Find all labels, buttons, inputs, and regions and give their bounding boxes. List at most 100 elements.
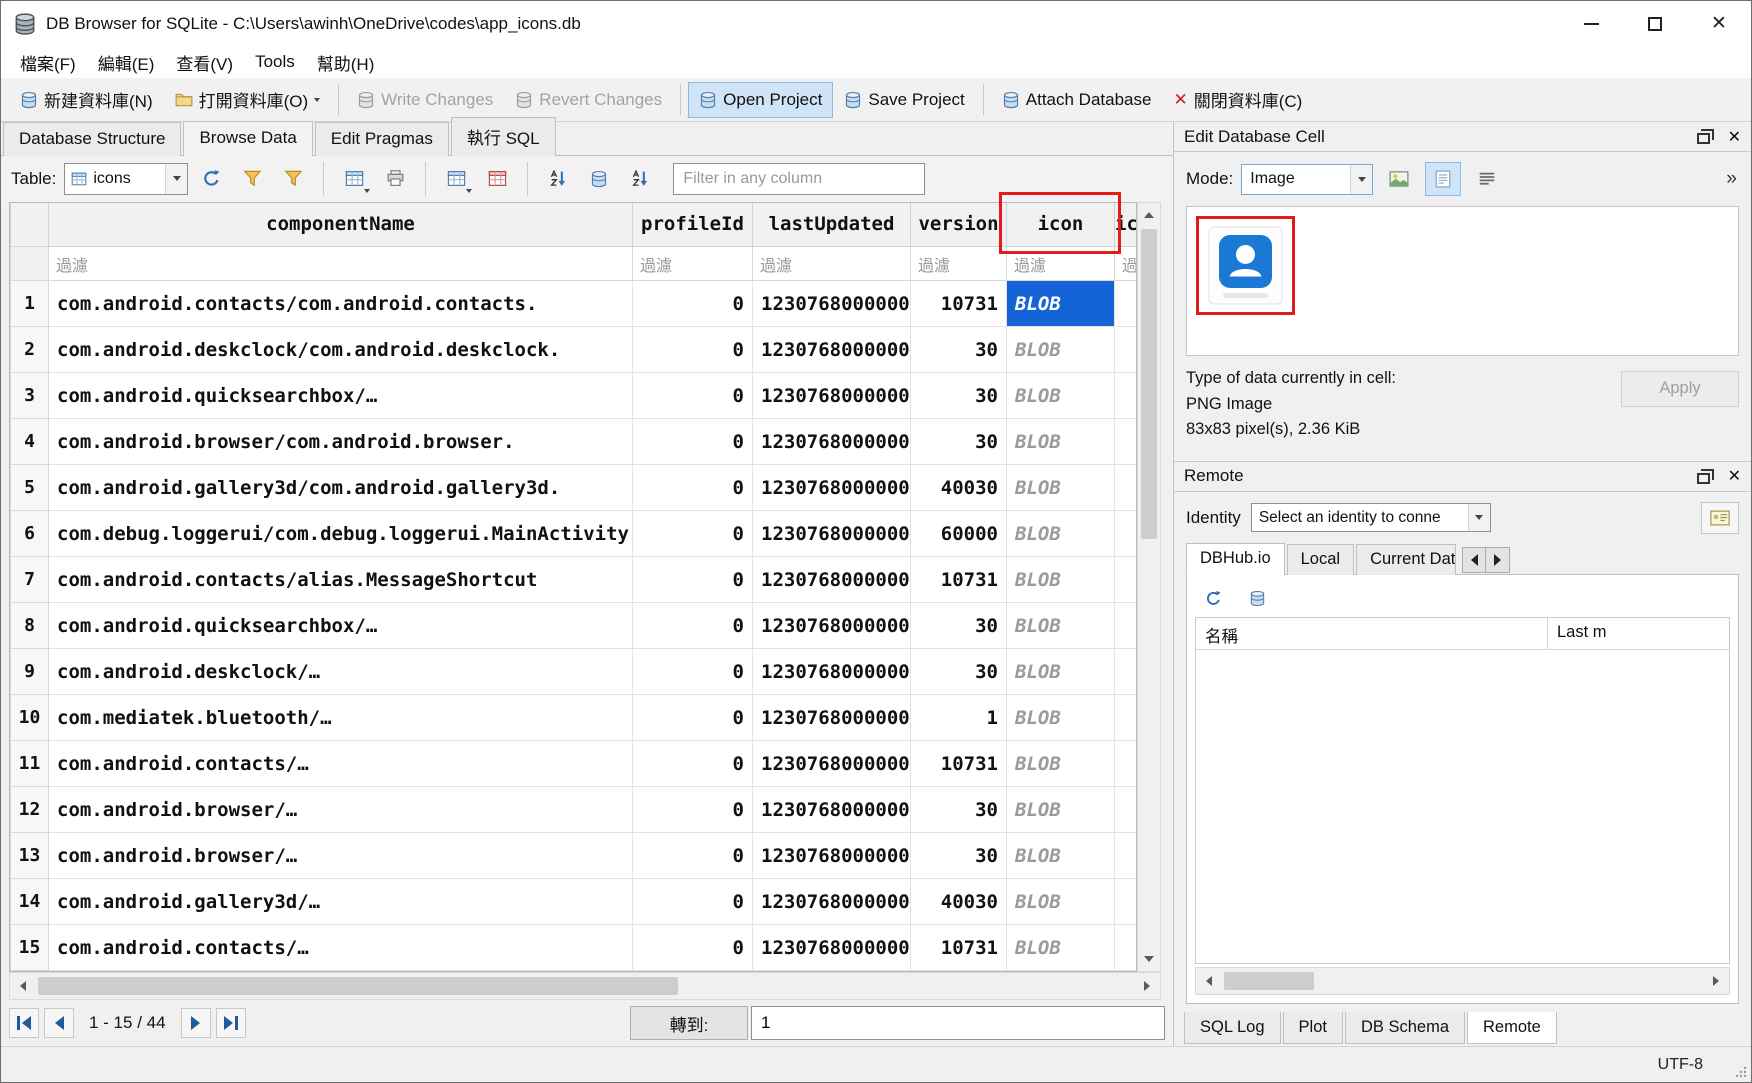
- tab-dbhub[interactable]: DBHub.io: [1186, 543, 1285, 576]
- text-mode-button[interactable]: [1425, 162, 1461, 196]
- scroll-left-button[interactable]: [10, 973, 36, 999]
- tab-current-database[interactable]: Current Dat: [1356, 544, 1456, 575]
- last-record-button[interactable]: [216, 1008, 246, 1038]
- row-number[interactable]: 13: [11, 833, 49, 879]
- remote-clone-database-button[interactable]: [1239, 582, 1275, 616]
- cell-lastupdated[interactable]: 1230768000000: [753, 281, 911, 327]
- scrollbar-track[interactable]: [36, 973, 1134, 999]
- import-image-button[interactable]: [1381, 162, 1417, 196]
- maximize-button[interactable]: [1623, 1, 1687, 46]
- column-header-version[interactable]: version: [911, 203, 1007, 247]
- menu-file[interactable]: 檔案(F): [9, 46, 87, 79]
- delete-record-button[interactable]: [479, 162, 515, 196]
- cell-version[interactable]: 1: [911, 695, 1007, 741]
- sort-asc-button[interactable]: [540, 162, 576, 196]
- cell-componentname[interactable]: com.android.browser/com.android.browser.: [49, 419, 633, 465]
- tab-scroll-left-button[interactable]: [1462, 547, 1486, 573]
- goto-input[interactable]: [751, 1006, 1165, 1040]
- cell-componentname[interactable]: com.android.browser/…: [49, 833, 633, 879]
- cell-overflow[interactable]: [1115, 419, 1137, 465]
- cell-profileid[interactable]: 0: [633, 695, 753, 741]
- cell-lastupdated[interactable]: 1230768000000: [753, 925, 911, 971]
- row-number[interactable]: 10: [11, 695, 49, 741]
- cell-version[interactable]: 40030: [911, 879, 1007, 925]
- open-project-button[interactable]: Open Project: [688, 82, 833, 118]
- save-project-button[interactable]: Save Project: [833, 82, 975, 118]
- cell-profileid[interactable]: 0: [633, 649, 753, 695]
- revert-changes-button[interactable]: Revert Changes: [504, 82, 673, 118]
- cell-overflow[interactable]: [1115, 465, 1137, 511]
- apply-button[interactable]: Apply: [1621, 371, 1739, 407]
- cell-lastupdated[interactable]: 1230768000000: [753, 833, 911, 879]
- cell-componentname[interactable]: com.android.quicksearchbox/…: [49, 603, 633, 649]
- scroll-left-button[interactable]: [1196, 968, 1222, 994]
- cell-profileid[interactable]: 0: [633, 373, 753, 419]
- clear-filters-button[interactable]: [234, 162, 270, 196]
- identity-select[interactable]: Select an identity to conne: [1251, 503, 1491, 532]
- column-header-icon[interactable]: icon: [1007, 203, 1115, 247]
- cell-profileid[interactable]: 0: [633, 281, 753, 327]
- cell-version[interactable]: 30: [911, 833, 1007, 879]
- cell-icon[interactable]: BLOB: [1007, 511, 1115, 557]
- close-panel-icon[interactable]: ✕: [1728, 127, 1741, 147]
- row-number[interactable]: 1: [11, 281, 49, 327]
- cell-componentname[interactable]: com.debug.loggerui/com.debug.loggerui.Ma…: [49, 511, 633, 557]
- cell-icon[interactable]: BLOB: [1007, 281, 1115, 327]
- row-number[interactable]: 9: [11, 649, 49, 695]
- cell-icon[interactable]: BLOB: [1007, 741, 1115, 787]
- cell-icon[interactable]: BLOB: [1007, 879, 1115, 925]
- cell-profileid[interactable]: 0: [633, 511, 753, 557]
- row-number[interactable]: 6: [11, 511, 49, 557]
- scrollbar-track[interactable]: [1222, 968, 1703, 994]
- cell-version[interactable]: 30: [911, 649, 1007, 695]
- tab-browse-data[interactable]: Browse Data: [183, 121, 312, 157]
- cell-overflow[interactable]: [1115, 695, 1137, 741]
- menu-help[interactable]: 幫助(H): [306, 46, 386, 79]
- menu-edit[interactable]: 編輯(E): [87, 46, 166, 79]
- refresh-button[interactable]: [193, 162, 229, 196]
- import-certificate-button[interactable]: [1701, 502, 1739, 534]
- column-header-overflow[interactable]: ic: [1115, 203, 1137, 247]
- row-number[interactable]: 3: [11, 373, 49, 419]
- cell-overflow[interactable]: [1115, 833, 1137, 879]
- cell-version[interactable]: 30: [911, 787, 1007, 833]
- cell-icon[interactable]: BLOB: [1007, 649, 1115, 695]
- tab-edit-pragmas[interactable]: Edit Pragmas: [315, 122, 449, 156]
- column-header-lastupdated[interactable]: lastUpdated: [753, 203, 911, 247]
- close-panel-icon[interactable]: ✕: [1728, 466, 1741, 486]
- filter-input-icon[interactable]: 過濾: [1007, 247, 1115, 281]
- cell-componentname[interactable]: com.android.deskclock/com.android.deskcl…: [49, 327, 633, 373]
- cell-version[interactable]: 30: [911, 373, 1007, 419]
- cell-icon[interactable]: BLOB: [1007, 603, 1115, 649]
- column-header-last-modified[interactable]: Last m: [1548, 618, 1729, 649]
- minimize-button[interactable]: [1559, 1, 1623, 46]
- cell-lastupdated[interactable]: 1230768000000: [753, 695, 911, 741]
- filter-button[interactable]: [275, 162, 311, 196]
- cell-overflow[interactable]: [1115, 327, 1137, 373]
- cell-lastupdated[interactable]: 1230768000000: [753, 879, 911, 925]
- cell-lastupdated[interactable]: 1230768000000: [753, 557, 911, 603]
- tab-local[interactable]: Local: [1287, 544, 1354, 575]
- cell-componentname[interactable]: com.android.quicksearchbox/…: [49, 373, 633, 419]
- cell-componentname[interactable]: com.android.contacts/com.android.contact…: [49, 281, 633, 327]
- filter-input-lastupdated[interactable]: 過濾: [753, 247, 911, 281]
- cell-lastupdated[interactable]: 1230768000000: [753, 419, 911, 465]
- remote-refresh-button[interactable]: [1195, 582, 1231, 616]
- cell-overflow[interactable]: [1115, 879, 1137, 925]
- cell-componentname[interactable]: com.android.contacts/…: [49, 741, 633, 787]
- word-wrap-button[interactable]: [1469, 162, 1505, 196]
- cell-profileid[interactable]: 0: [633, 557, 753, 603]
- remote-horizontal-scrollbar[interactable]: [1195, 967, 1730, 995]
- remote-list-body[interactable]: [1196, 650, 1729, 963]
- cell-lastupdated[interactable]: 1230768000000: [753, 511, 911, 557]
- cell-version[interactable]: 30: [911, 327, 1007, 373]
- cell-overflow[interactable]: [1115, 649, 1137, 695]
- float-panel-icon[interactable]: [1697, 473, 1710, 484]
- cell-componentname[interactable]: com.android.contacts/…: [49, 925, 633, 971]
- cell-version[interactable]: 60000: [911, 511, 1007, 557]
- cell-version[interactable]: 10731: [911, 281, 1007, 327]
- row-number[interactable]: 2: [11, 327, 49, 373]
- row-number[interactable]: 14: [11, 879, 49, 925]
- cell-version[interactable]: 10731: [911, 741, 1007, 787]
- corner-header[interactable]: [11, 203, 49, 247]
